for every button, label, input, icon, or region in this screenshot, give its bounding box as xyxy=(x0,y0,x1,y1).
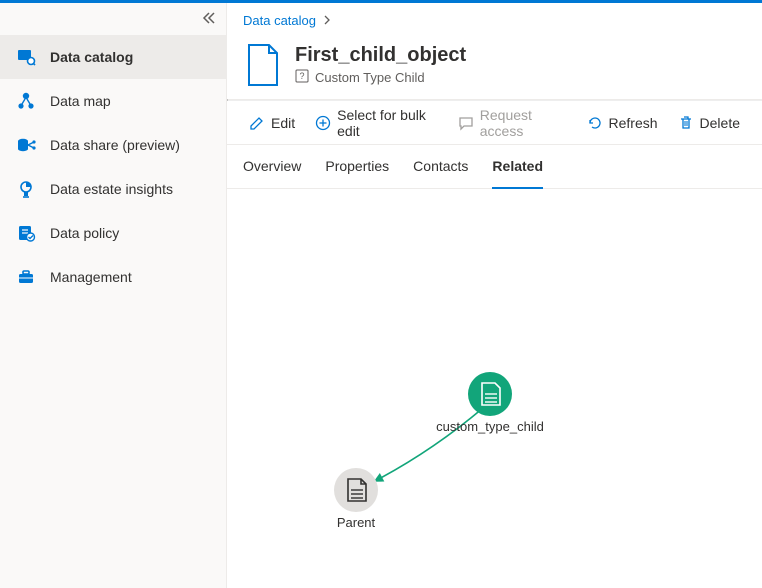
sidebar-item-label: Data map xyxy=(50,93,111,109)
refresh-icon xyxy=(587,115,603,131)
select-bulk-edit-button[interactable]: Select for bulk edit xyxy=(307,107,446,139)
sidebar-item-data-share[interactable]: Data share (preview) xyxy=(0,123,226,167)
graph-node-child[interactable]: custom_type_child xyxy=(436,372,544,434)
sidebar-item-label: Management xyxy=(50,269,132,285)
breadcrumb: Data catalog xyxy=(227,3,762,37)
tab-properties[interactable]: Properties xyxy=(325,145,389,189)
tabs: Overview Properties Contacts Related xyxy=(227,145,762,189)
sidebar-item-label: Data policy xyxy=(50,225,119,241)
policy-icon xyxy=(16,223,36,243)
relationship-graph[interactable]: custom_type_child Parent xyxy=(227,189,762,588)
graph-node-child-label: custom_type_child xyxy=(436,419,544,434)
management-icon xyxy=(16,267,36,287)
sidebar-item-data-catalog[interactable]: Data catalog xyxy=(0,35,226,79)
object-type-label: Custom Type Child xyxy=(315,70,425,85)
tab-overview[interactable]: Overview xyxy=(243,145,301,189)
graph-svg: custom_type_child Parent xyxy=(227,189,762,588)
breadcrumb-root[interactable]: Data catalog xyxy=(243,13,316,28)
edit-button[interactable]: Edit xyxy=(241,107,303,139)
main-content: Data catalog First_child_object ? xyxy=(227,3,762,588)
insights-icon xyxy=(16,179,36,199)
chat-icon xyxy=(458,115,474,131)
plus-circle-icon xyxy=(315,115,331,131)
toolbar: Edit Select for bulk edit Request access xyxy=(227,101,762,145)
share-icon xyxy=(16,135,36,155)
sidebar-item-data-map[interactable]: Data map xyxy=(0,79,226,123)
graph-node-parent-label: Parent xyxy=(337,515,376,530)
sidebar-item-data-policy[interactable]: Data policy xyxy=(0,211,226,255)
tab-contacts[interactable]: Contacts xyxy=(413,145,468,189)
page-title: First_child_object xyxy=(295,43,466,67)
catalog-icon xyxy=(16,47,36,67)
page-header: First_child_object ? Custom Type Child xyxy=(227,37,762,99)
chevron-right-icon xyxy=(322,13,332,28)
edit-icon xyxy=(249,115,265,131)
sidebar-item-management[interactable]: Management xyxy=(0,255,226,299)
graph-node-parent[interactable]: Parent xyxy=(334,468,378,530)
map-icon xyxy=(16,91,36,111)
sidebar-item-label: Data catalog xyxy=(50,49,133,65)
sidebar-item-label: Data estate insights xyxy=(50,181,173,197)
sidebar: Data catalog Data map xyxy=(0,3,227,588)
sidebar-item-label: Data share (preview) xyxy=(50,137,180,153)
tab-related[interactable]: Related xyxy=(492,145,543,189)
chevron-double-left-icon xyxy=(202,11,216,25)
type-icon: ? xyxy=(295,69,309,86)
trash-icon xyxy=(678,115,694,131)
collapse-sidebar-button[interactable] xyxy=(202,11,216,28)
svg-text:?: ? xyxy=(299,71,304,81)
sidebar-item-data-estate-insights[interactable]: Data estate insights xyxy=(0,167,226,211)
refresh-button[interactable]: Refresh xyxy=(579,107,666,139)
file-icon xyxy=(245,43,281,87)
delete-button[interactable]: Delete xyxy=(670,107,748,139)
request-access-button: Request access xyxy=(450,107,575,139)
